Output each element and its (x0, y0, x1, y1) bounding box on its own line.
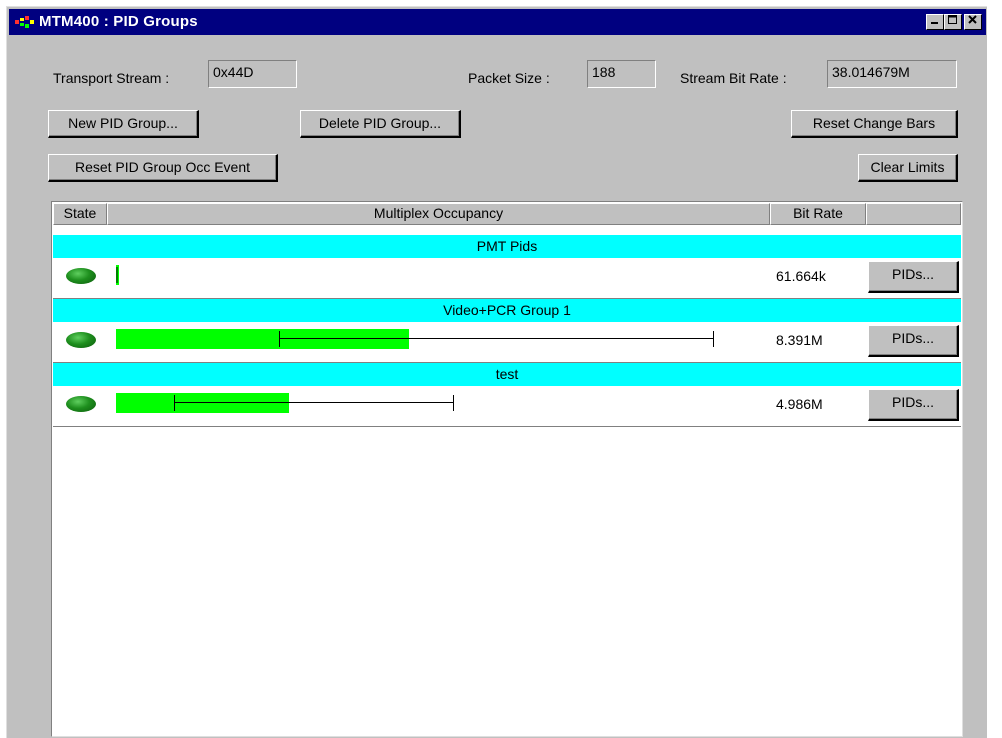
pids-button[interactable]: PIDs... (868, 325, 959, 357)
close-button[interactable] (964, 14, 982, 30)
occupancy-range-line (174, 402, 453, 403)
group-header-video-pcr: Video+PCR Group 1 (53, 299, 961, 322)
clear-limits-button[interactable]: Clear Limits (858, 154, 958, 182)
occupancy-fill (116, 329, 409, 349)
stream-bit-rate-label: Stream Bit Rate : (680, 70, 787, 86)
occupancy-min-marker (116, 267, 118, 283)
minimize-button[interactable] (926, 14, 944, 30)
status-led-icon (66, 396, 96, 412)
column-header-bit-rate[interactable]: Bit Rate (770, 203, 866, 225)
column-header-state[interactable]: State (53, 203, 107, 225)
status-led-icon (66, 268, 96, 284)
title-bar[interactable]: MTM400 : PID Groups (9, 9, 986, 35)
minimize-icon (931, 22, 938, 24)
column-header-occupancy[interactable]: Multiplex Occupancy (107, 203, 770, 225)
new-pid-group-button[interactable]: New PID Group... (48, 110, 199, 138)
pids-button[interactable]: PIDs... (868, 389, 959, 421)
maximize-icon (948, 15, 957, 24)
group-header-pmt-pids: PMT Pids (53, 235, 961, 258)
group-row-pmt-pids[interactable]: 61.664k PIDs... (53, 258, 961, 299)
delete-pid-group-button[interactable]: Delete PID Group... (300, 110, 461, 138)
packet-size-label: Packet Size : (468, 70, 550, 86)
group-header-test: test (53, 363, 961, 386)
occupancy-min-marker (279, 331, 280, 347)
transport-stream-label: Transport Stream : (53, 70, 170, 86)
maximize-button[interactable] (944, 14, 962, 30)
group-row-video-pcr[interactable]: 8.391M PIDs... (53, 322, 961, 363)
bit-rate-value: 4.986M (776, 396, 823, 412)
occupancy-max-marker (713, 331, 714, 347)
occupancy-range-line (279, 338, 713, 339)
occupancy-max-marker (453, 395, 454, 411)
packet-size-field: 188 (587, 60, 656, 88)
group-row-test[interactable]: 4.986M PIDs... (53, 386, 961, 427)
bit-rate-value: 8.391M (776, 332, 823, 348)
occupancy-bar (116, 263, 756, 287)
app-icon (15, 16, 34, 28)
pid-groups-window: MTM400 : PID Groups Transport Stream : 0… (6, 6, 987, 738)
pids-button[interactable]: PIDs... (868, 261, 959, 293)
reset-occ-event-button[interactable]: Reset PID Group Occ Event (48, 154, 278, 182)
bit-rate-value: 61.664k (776, 268, 826, 284)
stream-bit-rate-field: 38.014679M (827, 60, 957, 88)
window-title: MTM400 : PID Groups (39, 13, 198, 30)
column-header-actions[interactable] (866, 203, 961, 225)
occupancy-bar (116, 327, 756, 351)
occupancy-bar (116, 391, 756, 415)
occupancy-min-marker (174, 395, 175, 411)
close-icon (968, 15, 977, 24)
pid-groups-list[interactable]: State Multiplex Occupancy Bit Rate PMT P… (51, 201, 963, 737)
occupancy-fill (116, 393, 289, 413)
reset-change-bars-button[interactable]: Reset Change Bars (791, 110, 958, 138)
status-led-icon (66, 332, 96, 348)
transport-stream-field: 0x44D (208, 60, 297, 88)
